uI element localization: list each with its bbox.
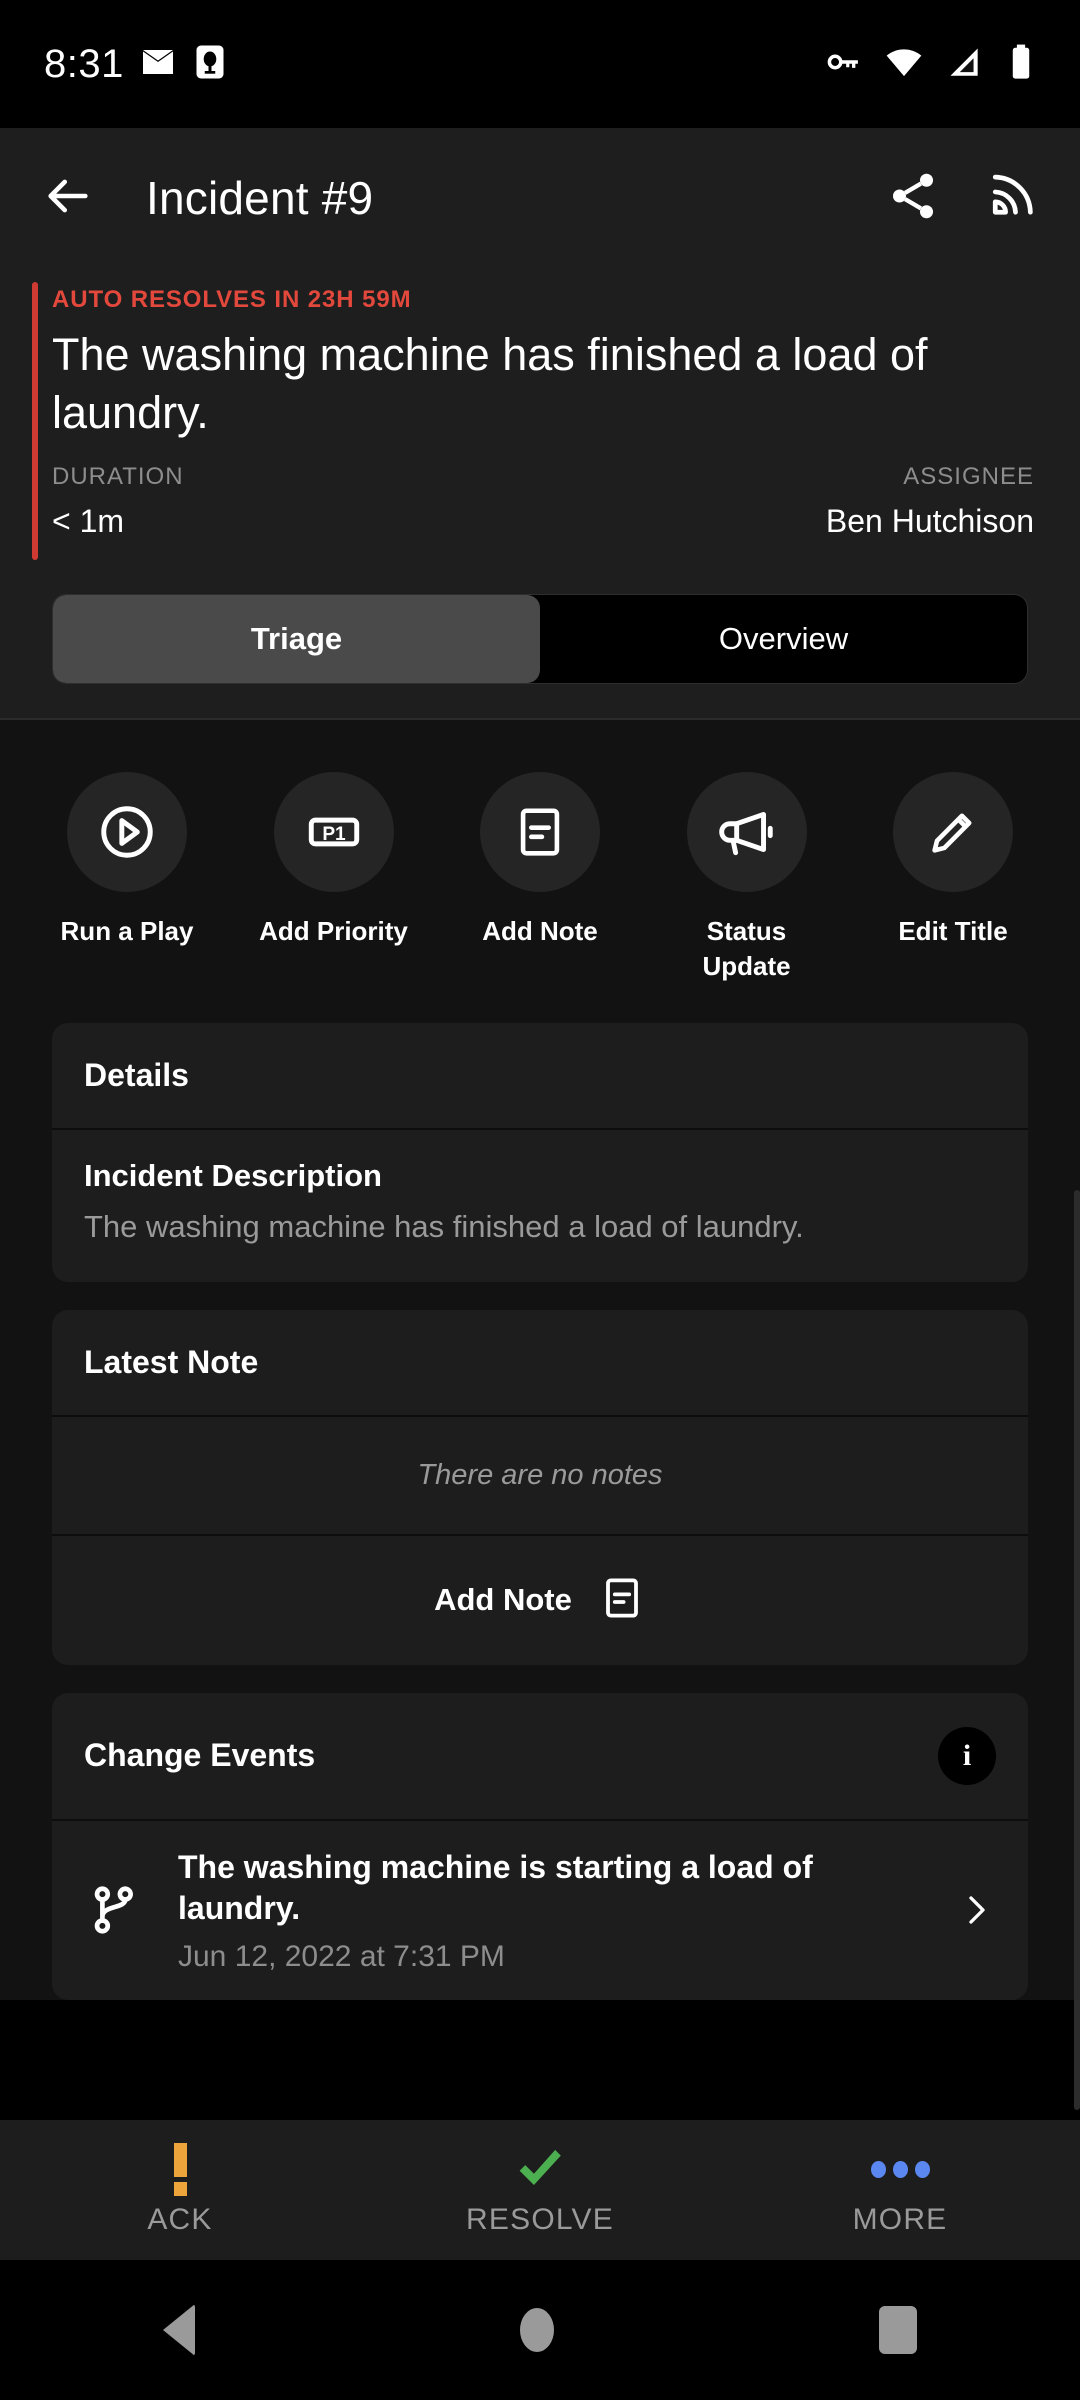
status-bar-clock: 8:31 — [44, 41, 124, 86]
quick-action-run-a-play[interactable]: Run a Play — [46, 772, 208, 983]
app-bar: Incident #9 — [0, 128, 1080, 268]
status-bar: 8:31 — [0, 0, 1080, 128]
play-circle-icon — [67, 772, 187, 893]
phone-screen: 8:31 Incident #9 AUTO RESOLVES IN 23H 59… — [0, 0, 1080, 2400]
note-icon — [480, 772, 600, 893]
mail-icon — [140, 44, 176, 85]
assignee-label: ASSIGNEE — [903, 463, 1034, 491]
nav-recents-icon[interactable] — [879, 2306, 918, 2354]
more-label: MORE — [852, 2203, 948, 2236]
segmented-control: Triage Overview — [52, 594, 1028, 685]
card-title: Change Events — [84, 1737, 316, 1774]
battery-icon — [1006, 43, 1036, 86]
change-event-title: The washing machine is starting a load o… — [178, 1848, 813, 1927]
ack-button[interactable]: ACK — [0, 2142, 360, 2237]
subscribe-icon[interactable] — [984, 169, 1038, 228]
details-card: Details Incident Description The washing… — [52, 1022, 1028, 1282]
quick-action-label: Run a Play — [60, 916, 194, 947]
details-card-header: Details — [52, 1023, 1028, 1128]
megaphone-icon — [686, 772, 807, 893]
quick-action-label: Add Note — [482, 916, 598, 947]
share-icon[interactable] — [886, 169, 940, 228]
incident-title: The washing machine has finished a load … — [52, 329, 928, 438]
incident-description-value: The washing machine has finished a load … — [84, 1208, 804, 1244]
nav-back-icon[interactable] — [162, 2304, 195, 2356]
svg-text:P1: P1 — [322, 824, 346, 845]
bottom-action-bar: ACK RESOLVE MORE — [0, 2120, 1080, 2260]
more-dots-icon — [870, 2143, 930, 2195]
latest-note-card-header: Latest Note — [52, 1310, 1028, 1415]
quick-actions-row: Run a Play P1 Add Priority Add Note Stat… — [0, 720, 1080, 1023]
quick-action-status-update[interactable]: Status Update — [666, 772, 828, 983]
back-arrow-icon[interactable] — [42, 170, 94, 227]
exclamation-icon — [173, 2142, 187, 2196]
details-card-body: Incident Description The washing machine… — [52, 1130, 1028, 1282]
check-icon — [514, 2143, 566, 2195]
change-events-card: Change Events i The washing machine is s… — [52, 1692, 1028, 2000]
quick-action-label: Edit Title — [898, 916, 1008, 947]
incident-meta-row: DURATION < 1m ASSIGNEE Ben Hutchison — [52, 463, 1034, 540]
wifi-icon — [884, 42, 924, 87]
tab-overview[interactable]: Overview — [540, 595, 1027, 683]
resolve-button[interactable]: RESOLVE — [360, 2143, 720, 2237]
assignee-value: Ben Hutchison — [825, 503, 1034, 540]
auto-resolve-label: AUTO RESOLVES IN 23H 59M — [52, 286, 412, 313]
ack-label: ACK — [147, 2203, 213, 2236]
quick-action-label: Status Update — [702, 916, 791, 981]
add-note-label: Add Note — [434, 1582, 572, 1618]
git-branch-icon — [76, 1882, 154, 1938]
incident-summary: AUTO RESOLVES IN 23H 59M The washing mac… — [0, 268, 1080, 575]
card-title: Latest Note — [84, 1343, 259, 1380]
change-event-row[interactable]: The washing machine is starting a load o… — [52, 1821, 1028, 2000]
priority-p1-icon: P1 — [273, 772, 394, 893]
quick-action-add-note[interactable]: Add Note — [459, 772, 621, 983]
card-title: Details — [84, 1056, 189, 1093]
duration-block: DURATION < 1m — [52, 463, 184, 540]
latest-note-card: Latest Note There are no notes Add Note — [52, 1309, 1028, 1665]
duration-label: DURATION — [52, 463, 184, 491]
quick-action-add-priority[interactable]: P1 Add Priority — [253, 772, 415, 983]
status-accent-bar — [32, 282, 38, 561]
note-icon — [598, 1574, 646, 1627]
cell-signal-icon — [946, 43, 984, 86]
status-bar-left: 8:31 — [44, 42, 228, 87]
duration-value: < 1m — [52, 503, 125, 540]
vpn-key-icon — [824, 43, 862, 86]
empty-notes-message: There are no notes — [417, 1458, 663, 1491]
more-button[interactable]: MORE — [720, 2143, 1080, 2237]
change-events-card-header: Change Events i — [52, 1693, 1028, 1819]
resolve-label: RESOLVE — [466, 2203, 614, 2236]
app-notification-icon — [192, 44, 228, 85]
app-bar-actions — [886, 169, 1038, 228]
tab-triage[interactable]: Triage — [53, 595, 540, 684]
status-bar-right — [824, 42, 1036, 87]
chevron-right-icon[interactable] — [956, 1890, 996, 1930]
quick-action-edit-title[interactable]: Edit Title — [872, 772, 1034, 983]
scrollbar[interactable] — [1074, 1190, 1080, 2110]
info-icon[interactable]: i — [938, 1726, 996, 1785]
change-event-timestamp: Jun 12, 2022 at 7:31 PM — [178, 1939, 505, 1973]
add-note-button[interactable]: Add Note — [52, 1536, 1028, 1665]
main-content: Run a Play P1 Add Priority Add Note Stat… — [0, 720, 1080, 2000]
page-title: Incident #9 — [146, 172, 374, 224]
pencil-icon — [893, 772, 1013, 893]
tabs-container: Triage Overview — [0, 574, 1080, 719]
incident-description-label: Incident Description — [84, 1157, 382, 1193]
quick-action-label: Add Priority — [259, 916, 408, 947]
nav-home-icon[interactable] — [519, 2308, 554, 2352]
assignee-block: ASSIGNEE Ben Hutchison — [826, 463, 1034, 540]
android-nav-bar — [0, 2260, 1080, 2400]
change-event-text: The washing machine is starting a load o… — [178, 1847, 932, 1974]
